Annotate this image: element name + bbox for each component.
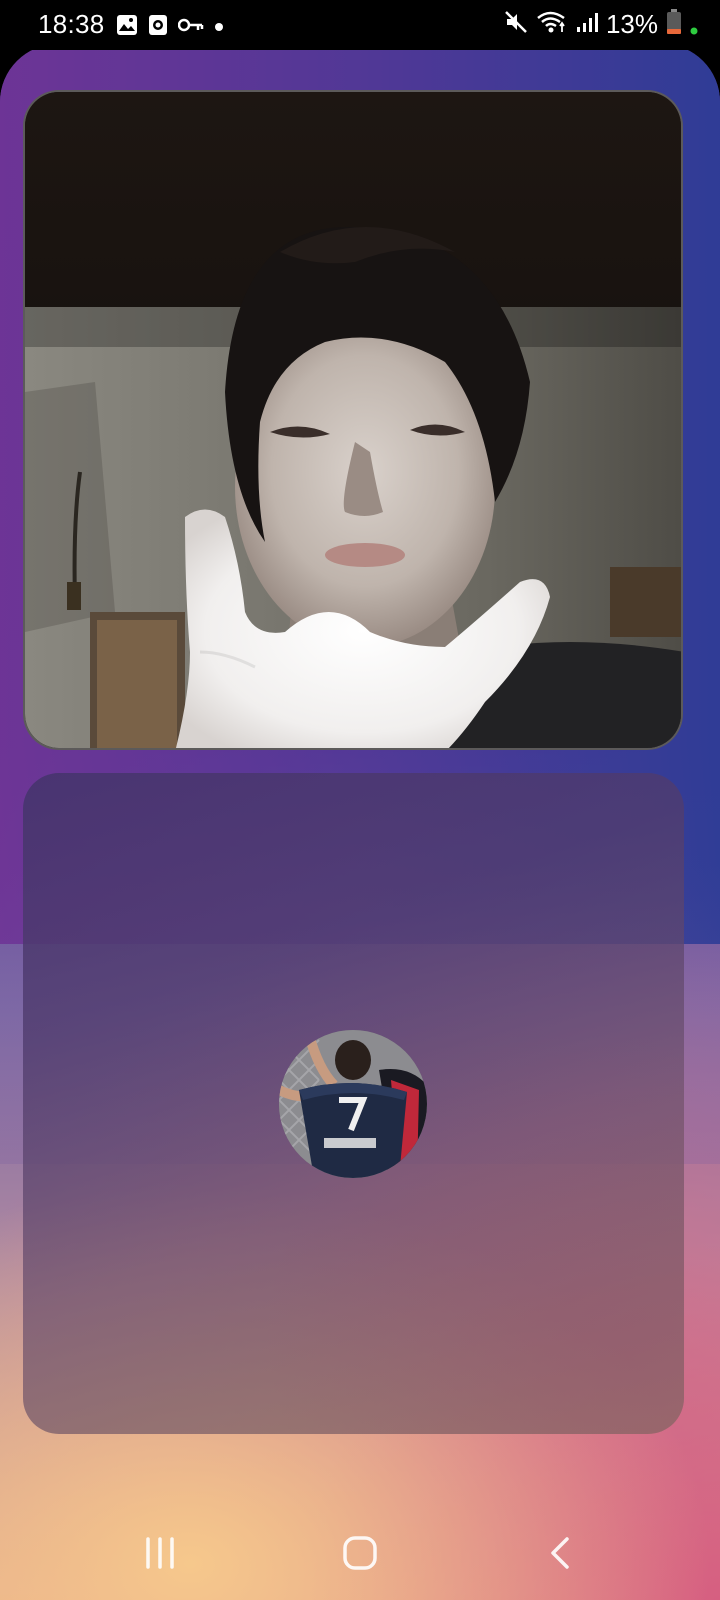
home-icon [342,1535,378,1576]
navigation-bar [0,1510,720,1600]
remote-video-tile[interactable] [23,90,683,750]
status-time: 18:38 [38,9,105,39]
back-icon [548,1536,572,1575]
signal-icon [576,11,598,38]
battery-icon [666,9,682,40]
dot-icon [214,19,224,37]
mute-icon [504,10,528,39]
avatar-photo [279,1030,427,1178]
system-status-icons: 13% [504,9,698,40]
local-user-avatar[interactable] [279,1030,427,1178]
screen-record-icon [148,14,168,41]
gallery-icon [116,14,138,41]
recent-apps-icon [143,1536,177,1574]
back-button[interactable] [530,1530,590,1580]
vpn-key-icon [177,17,204,38]
privacy-dot [690,9,698,40]
wifi-icon [536,10,568,39]
notification-icons [116,14,224,41]
remote-video-frame [25,92,681,748]
recent-apps-button[interactable] [130,1530,190,1580]
video-call-screen: 18:38 13% [0,0,720,1600]
home-button[interactable] [330,1530,390,1580]
status-bar: 18:38 13% [0,0,720,50]
battery-percent: 13% [605,9,658,39]
